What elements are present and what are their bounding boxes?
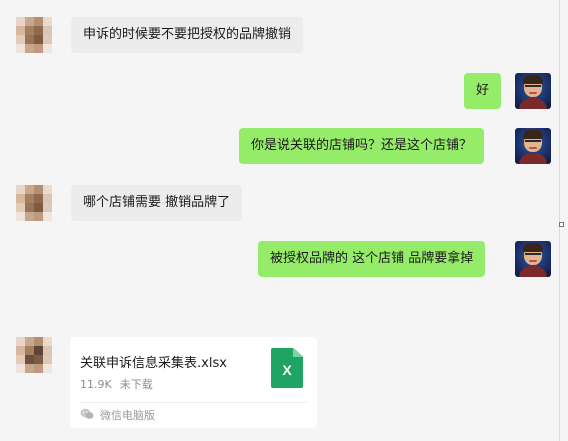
file-card-divider xyxy=(80,402,307,403)
message-text: 你是说关联的店铺吗？还是这个店铺？ xyxy=(251,138,473,153)
file-size: 11.9K xyxy=(80,378,112,391)
message-bubble-incoming[interactable]: 哪个店铺需要 撤销品牌了 xyxy=(71,185,243,221)
excel-icon-letter: X xyxy=(282,362,292,378)
download-status: 未下载 xyxy=(119,378,153,391)
chat-message-list[interactable]: 申诉的时候要不要把授权的品牌撤销 好 你是说关联的店铺吗？还是这个店铺？ 哪个店… xyxy=(0,0,560,441)
my-avatar[interactable] xyxy=(515,241,551,277)
my-avatar[interactable] xyxy=(515,128,551,164)
message-bubble-outgoing[interactable]: 被授权品牌的 这个店铺 品牌要拿掉 xyxy=(258,241,486,277)
contact-avatar[interactable] xyxy=(16,17,52,53)
file-message-card[interactable]: 关联申诉信息采集表.xlsx 11.9K 未下载 X 微信电脑版 xyxy=(70,337,317,428)
contact-avatar[interactable] xyxy=(16,185,52,221)
message-bubble-incoming[interactable]: 申诉的时候要不要把授权的品牌撤销 xyxy=(71,17,304,53)
contact-avatar[interactable] xyxy=(16,337,52,373)
message-text: 被授权品牌的 这个店铺 品牌要拿掉 xyxy=(270,251,474,266)
message-text: 哪个店铺需要 撤销品牌了 xyxy=(83,195,231,210)
my-avatar[interactable] xyxy=(515,73,551,109)
message-text: 好 xyxy=(476,83,490,98)
scrollbar-track[interactable] xyxy=(559,0,560,441)
file-name: 关联申诉信息采集表.xlsx xyxy=(80,356,227,371)
scrollbar-handle[interactable] xyxy=(559,222,564,227)
message-text: 申诉的时候要不要把授权的品牌撤销 xyxy=(83,27,292,42)
message-bubble-outgoing[interactable]: 你是说关联的店铺吗？还是这个店铺？ xyxy=(239,128,485,164)
message-bubble-outgoing[interactable]: 好 xyxy=(464,73,502,109)
wechat-icon xyxy=(80,408,94,419)
file-meta: 11.9K 未下载 xyxy=(80,376,153,392)
file-source-label: 微信电脑版 xyxy=(100,409,155,422)
